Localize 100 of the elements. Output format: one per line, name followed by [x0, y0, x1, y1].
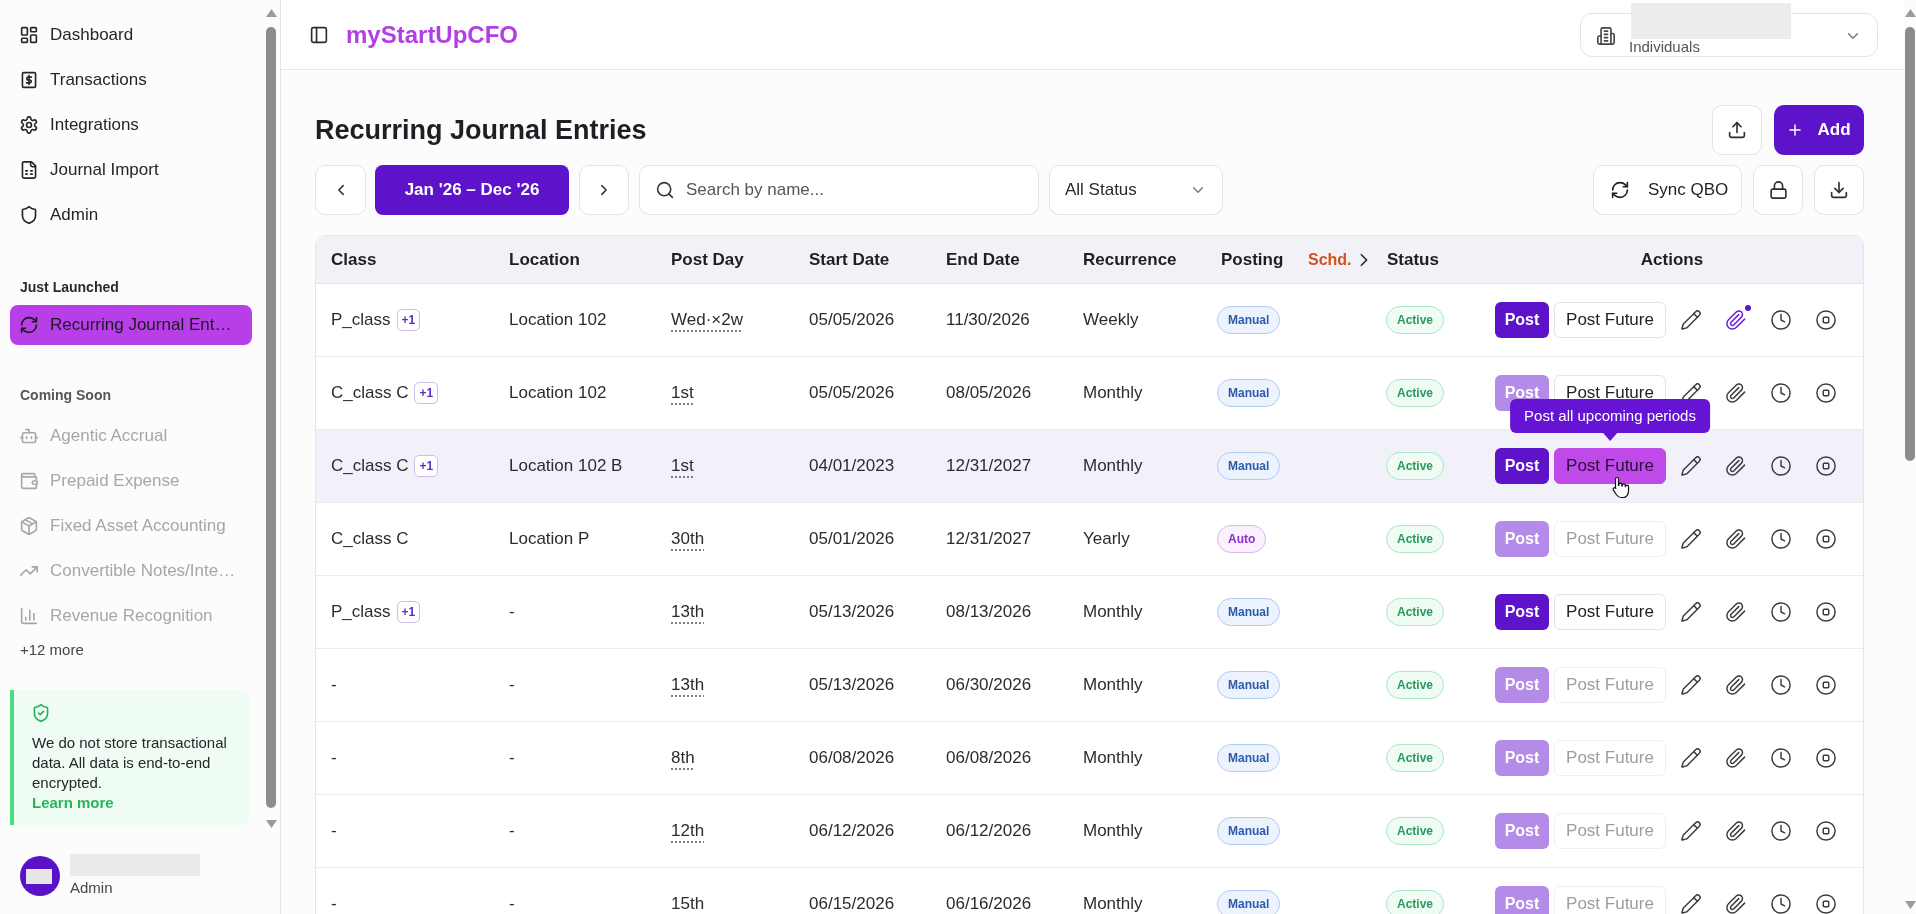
spreadsheet-file-icon: [20, 160, 38, 179]
scroll-down-arrow-icon[interactable]: [1904, 901, 1916, 909]
status-filter[interactable]: All Status: [1049, 165, 1223, 215]
paperclip-icon[interactable]: [1726, 602, 1746, 622]
pencil-icon[interactable]: [1681, 675, 1701, 695]
stop-circle-icon[interactable]: [1816, 748, 1836, 768]
stop-circle-icon[interactable]: [1816, 894, 1836, 914]
scrollbar-thumb[interactable]: [266, 27, 276, 808]
post-day-text: 13th: [671, 674, 705, 697]
sidebar-item[interactable]: Integrations: [10, 102, 252, 147]
column-header: Class: [331, 248, 377, 271]
paperclip-icon[interactable]: [1726, 383, 1746, 403]
stop-circle-icon[interactable]: [1816, 821, 1836, 841]
clock-icon[interactable]: [1771, 310, 1791, 330]
tooltip: Post all upcoming periods: [1510, 399, 1710, 441]
paperclip-icon[interactable]: [1726, 310, 1746, 330]
pencil-icon[interactable]: [1681, 529, 1701, 549]
post-day-text: 1st: [671, 382, 694, 405]
clock-icon[interactable]: [1771, 383, 1791, 403]
stop-circle-icon[interactable]: [1816, 602, 1836, 622]
sidebar-item[interactable]: Recurring Journal Ent…: [10, 305, 252, 345]
post-day-text: Wed·×2w: [671, 309, 743, 332]
clock-icon[interactable]: [1771, 529, 1791, 549]
paperclip-icon[interactable]: [1726, 529, 1746, 549]
clock-icon[interactable]: [1771, 675, 1791, 695]
stop-circle-icon[interactable]: [1816, 675, 1836, 695]
sidebar-item[interactable]: Journal Import: [10, 147, 252, 192]
status-badge: Active: [1386, 598, 1445, 626]
table-cell-text: 06/30/2026: [946, 674, 1032, 697]
status-badge: Active: [1386, 744, 1445, 772]
table-cell-text: Weekly: [1083, 309, 1139, 332]
search-field[interactable]: Search by name...: [639, 165, 1039, 215]
pencil-icon[interactable]: [1681, 456, 1701, 476]
post-future-button[interactable]: Post Future: [1554, 594, 1666, 630]
sidebar-item[interactable]: Dashboard: [10, 12, 252, 57]
bar-chart-icon: [20, 606, 38, 625]
scrollbar-thumb[interactable]: [1905, 27, 1915, 461]
table-cell-text: Monthly: [1083, 601, 1143, 624]
plus-icon: [1787, 122, 1804, 138]
download-icon: [1830, 181, 1848, 199]
sync-button[interactable]: Sync QBO: [1593, 165, 1742, 215]
column-header: Recurrence: [1083, 248, 1177, 271]
post-future-button[interactable]: Post Future: [1554, 448, 1666, 484]
paperclip-icon[interactable]: [1726, 821, 1746, 841]
stop-circle-icon[interactable]: [1816, 383, 1836, 403]
paperclip-icon[interactable]: [1726, 675, 1746, 695]
table-cell-text: 05/13/2026: [809, 674, 895, 697]
post-button[interactable]: Post: [1495, 302, 1549, 338]
table-cell-text: 05/05/2026: [809, 382, 895, 405]
clock-icon[interactable]: [1771, 894, 1791, 914]
sidebar-item[interactable]: Admin: [10, 192, 252, 237]
date-range-button[interactable]: Jan '26 – Dec '26: [375, 165, 569, 215]
learn-more-link[interactable]: Learn more: [32, 793, 114, 813]
table-cell-text: Monthly: [1083, 455, 1143, 478]
paperclip-icon[interactable]: [1726, 894, 1746, 914]
clock-icon[interactable]: [1771, 602, 1791, 622]
post-day-text: 13th: [671, 601, 705, 624]
scroll-up-arrow-icon[interactable]: [265, 9, 277, 17]
add-button[interactable]: Add: [1774, 105, 1864, 155]
pencil-icon[interactable]: [1681, 821, 1701, 841]
table-cell-text: 08/05/2026: [946, 382, 1032, 405]
download-button[interactable]: [1814, 165, 1864, 215]
pencil-icon[interactable]: [1681, 602, 1701, 622]
stop-circle-icon[interactable]: [1816, 456, 1836, 476]
clock-icon[interactable]: [1771, 456, 1791, 476]
table-cell-text: Location 102 B: [509, 455, 623, 478]
count-badge: +1: [414, 455, 439, 477]
avatar-icon: [20, 856, 60, 896]
posting-badge: Manual: [1217, 306, 1281, 334]
status-badge: Active: [1386, 306, 1445, 334]
stop-circle-icon[interactable]: [1816, 529, 1836, 549]
post-future-button[interactable]: Post Future: [1554, 302, 1666, 338]
clock-icon[interactable]: [1771, 748, 1791, 768]
pencil-icon[interactable]: [1681, 310, 1701, 330]
table-cell-text: -: [331, 820, 337, 843]
column-header: Location: [509, 248, 580, 271]
paperclip-icon[interactable]: [1726, 456, 1746, 476]
sidebar-toggle-icon[interactable]: [310, 25, 328, 44]
sidebar-item[interactable]: Transactions: [10, 57, 252, 102]
scroll-down-arrow-icon[interactable]: [265, 820, 277, 828]
status-badge: Active: [1386, 452, 1445, 480]
post-button[interactable]: Post: [1495, 594, 1549, 630]
pencil-icon[interactable]: [1681, 894, 1701, 914]
lock-button[interactable]: [1753, 165, 1803, 215]
table-cell-text: 06/08/2026: [809, 747, 895, 770]
more-link[interactable]: +12 more: [10, 640, 94, 660]
dollar-square-icon: [20, 70, 38, 89]
dashboard-grid-icon: [20, 25, 38, 44]
column-toggle[interactable]: Schd.: [1308, 247, 1370, 272]
pencil-icon[interactable]: [1681, 748, 1701, 768]
stop-circle-icon[interactable]: [1816, 310, 1836, 330]
paperclip-icon[interactable]: [1726, 748, 1746, 768]
table-cell-text: Location 102: [509, 309, 607, 332]
table-cell-text: P_class: [331, 601, 391, 624]
upload-button[interactable]: [1712, 105, 1762, 155]
scroll-up-arrow-icon[interactable]: [1904, 9, 1916, 17]
post-day-text: 8th: [671, 747, 695, 770]
post-day-text: 15th: [671, 893, 705, 914]
clock-icon[interactable]: [1771, 821, 1791, 841]
post-button[interactable]: Post: [1495, 448, 1549, 484]
